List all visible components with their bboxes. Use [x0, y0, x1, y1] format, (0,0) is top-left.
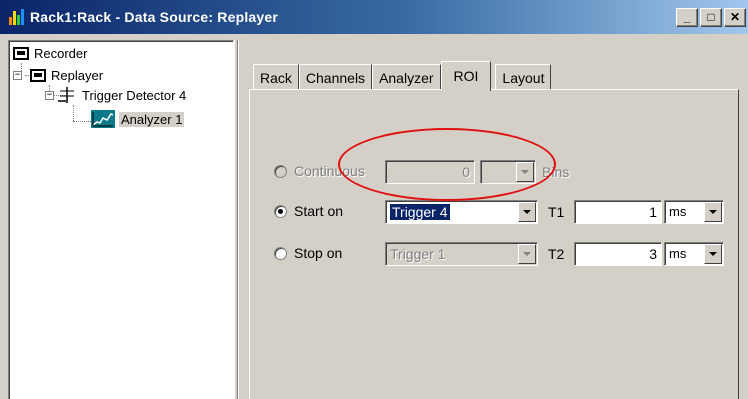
tab-channels[interactable]: Channels: [298, 64, 373, 90]
t1-unit-dropdown[interactable]: ms: [664, 200, 724, 224]
t2-field[interactable]: 3: [574, 242, 662, 266]
continuous-option: Continuous: [274, 163, 365, 179]
t1-field[interactable]: 1: [574, 200, 662, 224]
tree-item-label: Trigger Detector 4: [82, 87, 187, 103]
tab-analyzer[interactable]: Analyzer: [372, 64, 441, 90]
start-on-label: Start on: [294, 203, 344, 219]
tab-roi[interactable]: ROI: [440, 61, 492, 91]
t1-unit-value: ms: [669, 204, 687, 219]
t2-unit-dropdown[interactable]: ms: [664, 242, 724, 266]
analyzer-icon: [91, 110, 115, 128]
chevron-down-icon: [516, 162, 534, 182]
minimize-button[interactable]: _: [676, 8, 698, 27]
collapse-icon[interactable]: −: [13, 70, 22, 80]
properties-panel: Rack Channels Analyzer ROI Layout Contin…: [238, 40, 748, 399]
device-icon: [13, 46, 29, 60]
tree-item-replayer[interactable]: − Replayer: [13, 66, 105, 84]
roi-tab-pane: Continuous 0 Bins Start on Trigger 4 T1 …: [249, 89, 739, 399]
close-button[interactable]: ✕: [724, 8, 746, 27]
continuous-label: Continuous: [294, 163, 365, 179]
stop-trigger-value: Trigger 1: [390, 246, 446, 262]
window-title: Rack1:Rack - Data Source: Replayer: [30, 9, 279, 25]
stop-on-radio[interactable]: [274, 246, 287, 260]
collapse-icon[interactable]: −: [45, 90, 54, 100]
title-bar[interactable]: Rack1:Rack - Data Source: Replayer _ □ ✕: [0, 0, 748, 34]
tab-rack[interactable]: Rack: [253, 64, 299, 90]
chevron-down-icon[interactable]: [704, 202, 722, 222]
t2-label: T2: [548, 246, 565, 262]
start-trigger-dropdown[interactable]: Trigger 4: [385, 200, 538, 224]
start-trigger-value: Trigger 4: [390, 204, 450, 220]
tab-layout[interactable]: Layout: [495, 64, 552, 90]
chevron-down-icon[interactable]: [704, 244, 722, 264]
tree-item-analyzer[interactable]: Analyzer 1: [91, 110, 185, 128]
tab-strip: Rack Channels Analyzer ROI Layout: [253, 60, 552, 91]
tree-item-label: Replayer: [51, 67, 104, 83]
tree-item-label: Analyzer 1: [119, 111, 185, 127]
trigger-icon: [58, 87, 74, 103]
t1-label: T1: [548, 204, 565, 220]
continuous-bins-field: 0: [385, 160, 475, 184]
start-on-option[interactable]: Start on: [274, 203, 343, 219]
continuous-radio: [274, 164, 287, 178]
app-icon: [8, 8, 26, 26]
stop-trigger-dropdown: Trigger 1: [385, 242, 538, 266]
device-icon: [30, 68, 46, 82]
tree-item-trigger-detector[interactable]: − Trigger Detector 4: [45, 86, 188, 104]
continuous-unit-dropdown: [480, 160, 536, 184]
maximize-button[interactable]: □: [700, 8, 722, 27]
stop-on-option[interactable]: Stop on: [274, 245, 342, 261]
tree-item-label: Recorder: [34, 45, 88, 61]
stop-on-label: Stop on: [294, 245, 343, 261]
tree-item-recorder[interactable]: Recorder: [13, 44, 89, 62]
source-tree[interactable]: Recorder − Replayer − Trigger Detector 4…: [8, 40, 234, 399]
bins-label: Bins: [542, 164, 570, 180]
chevron-down-icon: [518, 244, 536, 264]
t2-unit-value: ms: [669, 246, 687, 261]
start-on-radio[interactable]: [274, 204, 287, 218]
chevron-down-icon[interactable]: [518, 202, 536, 222]
